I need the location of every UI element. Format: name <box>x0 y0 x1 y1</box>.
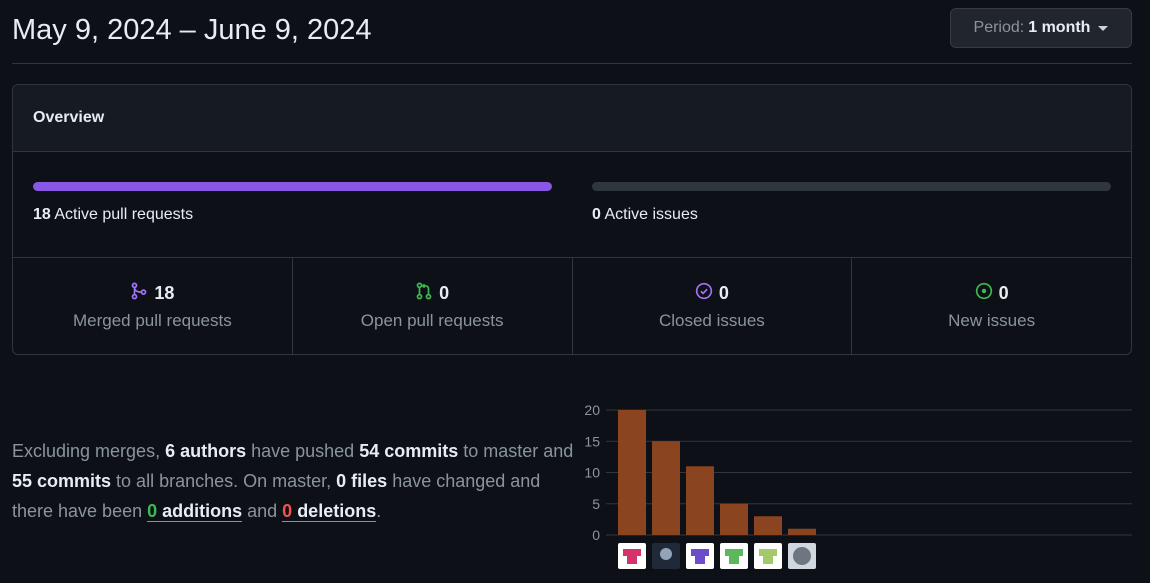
open-prs-count: 0 <box>439 282 450 303</box>
merged-prs-label: Merged pull requests <box>72 310 232 330</box>
merged-prs-count: 18 <box>154 282 175 303</box>
deletions-count: 0 <box>282 501 293 521</box>
additions-link[interactable]: 0 additions <box>147 501 243 522</box>
commits-all-count: 55 commits <box>12 471 112 491</box>
chart-bar[interactable] <box>720 503 748 535</box>
avatar-green-identicon[interactable] <box>720 543 748 569</box>
y-tick-label: 20 <box>584 402 600 418</box>
summary-text: Excluding merges, <box>12 441 166 461</box>
active-prs-block: 18 Active pull requests <box>33 182 552 224</box>
active-issues-label: Active issues <box>604 206 698 223</box>
active-issues-block: 0 Active issues <box>592 182 1111 224</box>
git-merge-icon <box>130 282 148 305</box>
stat-open-prs[interactable]: 0 Open pull requests <box>293 258 573 354</box>
stat-merged-prs[interactable]: 18 Merged pull requests <box>13 258 293 354</box>
header: May 9, 2024 – June 9, 2024 Period: 1 mon… <box>12 0 1132 64</box>
y-tick-label: 5 <box>592 496 600 512</box>
summary-text: to all branches. On master, <box>111 471 337 491</box>
additions-count: 0 <box>147 501 158 521</box>
commits-by-author-chart: 0 5 10 15 20 <box>576 398 1136 573</box>
chart-bar[interactable] <box>754 516 782 535</box>
date-range-title: May 9, 2024 – June 9, 2024 <box>12 14 372 46</box>
active-issues-progress <box>592 182 1111 191</box>
period-dropdown-button[interactable]: Period: 1 month <box>950 8 1132 48</box>
deletions-link[interactable]: 0 deletions <box>282 501 377 522</box>
closed-issues-label: Closed issues <box>658 310 765 330</box>
active-prs-caption[interactable]: 18 Active pull requests <box>33 206 552 224</box>
active-issues-caption[interactable]: 0 Active issues <box>592 206 1111 224</box>
avatar-pink-identicon[interactable] <box>618 543 646 569</box>
closed-issues-count: 0 <box>718 282 729 303</box>
issue-opened-icon <box>975 282 993 305</box>
files-count: 0 files <box>336 471 388 491</box>
y-tick-label: 0 <box>592 527 600 543</box>
stats-row: 18 Merged pull requests 0 Open pull requ… <box>13 258 1131 354</box>
chart-svg: 0 5 10 15 20 <box>584 402 1132 569</box>
active-prs-count: 18 <box>33 206 51 223</box>
additions-word: additions <box>157 501 243 521</box>
git-pull-request-icon <box>415 282 433 305</box>
chart-bar[interactable] <box>686 466 714 535</box>
stat-closed-issues[interactable]: 0 Closed issues <box>573 258 853 354</box>
period-value: 1 month <box>1028 19 1091 36</box>
summary-text: to master and <box>458 441 574 461</box>
new-issues-count: 0 <box>998 282 1009 303</box>
activity-bars: 18 Active pull requests 0 Active issues <box>13 152 1131 258</box>
avatar-github-icon[interactable] <box>788 543 816 569</box>
commits-master-count: 54 commits <box>359 441 459 461</box>
summary-text: . <box>376 501 382 521</box>
avatar-lightgreen-identicon[interactable] <box>754 543 782 569</box>
open-prs-label: Open pull requests <box>360 310 504 330</box>
y-tick-label: 10 <box>584 465 600 481</box>
overview-title: Overview <box>13 85 1131 152</box>
issue-closed-icon <box>695 282 713 305</box>
active-prs-progress-fill <box>33 182 552 191</box>
new-issues-label: New issues <box>948 310 1036 330</box>
chart-bar[interactable] <box>618 410 646 535</box>
avatar-purple-identicon[interactable] <box>686 543 714 569</box>
stat-new-issues[interactable]: 0 New issues <box>852 258 1131 354</box>
active-prs-progress <box>33 182 552 191</box>
chart-bar[interactable] <box>788 528 816 535</box>
overview-panel: Overview 18 Active pull requests 0 Activ… <box>12 84 1132 355</box>
y-tick-label: 15 <box>584 433 600 449</box>
chart-bar[interactable] <box>652 441 680 535</box>
summary-text: have pushed <box>246 441 360 461</box>
authors-count: 6 authors <box>165 441 247 461</box>
summary-text: and <box>242 501 283 521</box>
caret-down-icon <box>1098 25 1109 31</box>
active-prs-label: Active pull requests <box>54 206 194 223</box>
active-issues-count: 0 <box>592 206 601 223</box>
commit-summary: Excluding merges, 6 authors have pushed … <box>12 436 577 526</box>
avatar-photo[interactable] <box>652 543 680 569</box>
deletions-word: deletions <box>292 501 377 521</box>
period-label: Period: <box>973 19 1025 36</box>
